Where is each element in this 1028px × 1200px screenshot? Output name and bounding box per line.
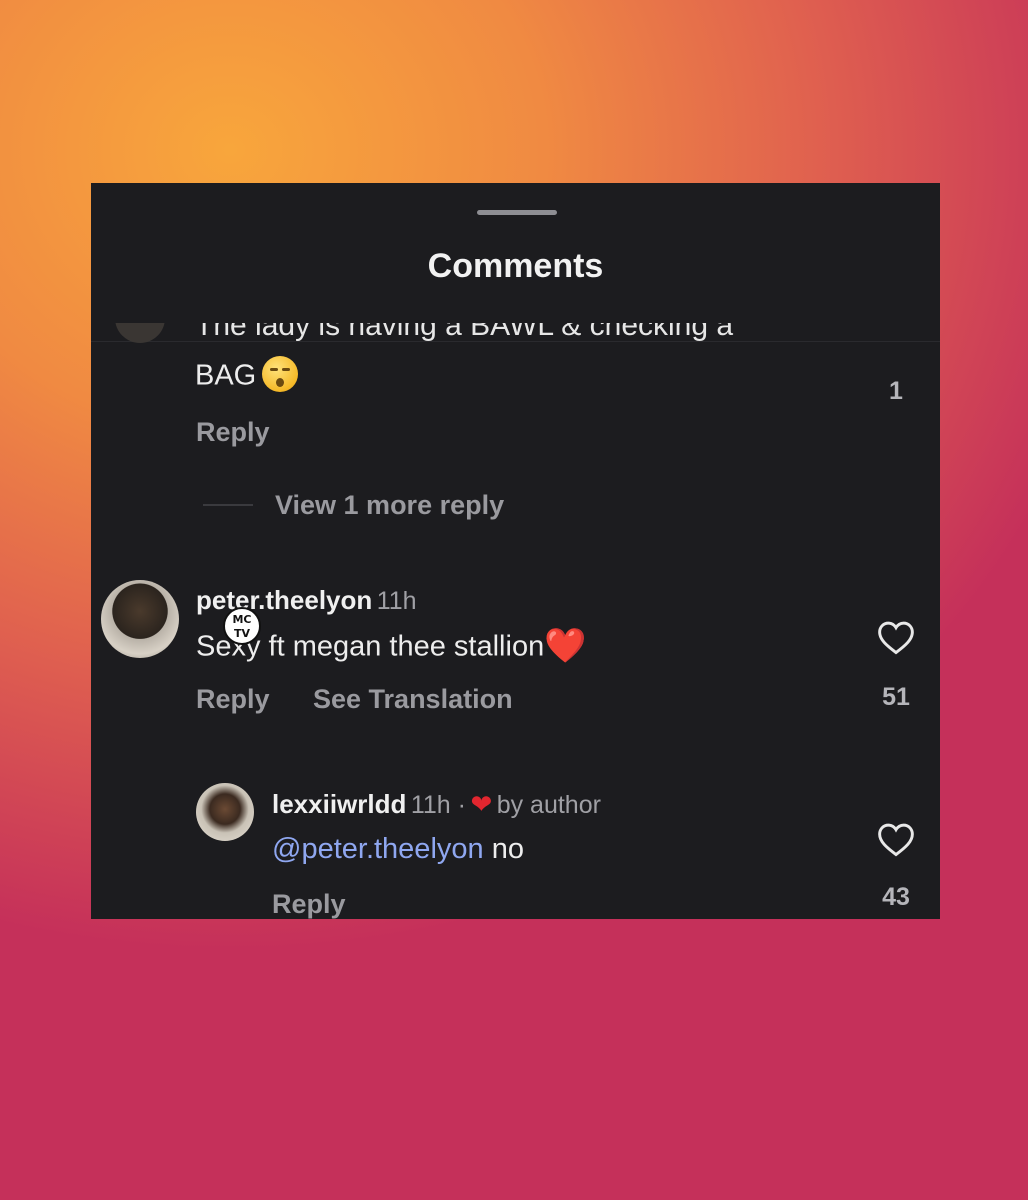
mention-link[interactable]: @peter.theelyon (272, 833, 484, 865)
username[interactable]: lexxiiwrldd (272, 789, 406, 819)
comment-header: lexxiiwrldd 11h · ❤ by author (272, 789, 601, 820)
reply-button[interactable]: Reply (196, 684, 270, 715)
reply-button[interactable]: Reply (196, 417, 270, 448)
avatar[interactable] (196, 783, 254, 841)
red-heart-icon: ❤ (470, 789, 493, 819)
liked-by-author-label: by author (496, 791, 601, 819)
like-count: 1 (889, 377, 903, 405)
watermark-logo: MC TV (223, 607, 261, 645)
avatar[interactable] (101, 580, 179, 658)
see-translation-button[interactable]: See Translation (313, 684, 513, 715)
flushed-face-icon (262, 356, 299, 392)
sheet-title: Comments (427, 247, 604, 285)
comment-text-clipped: The lady is having a BAWL & checking a (195, 323, 734, 342)
red-heart-icon: ❤️ (544, 627, 587, 665)
like-count: 51 (882, 683, 910, 711)
like-count: 43 (882, 883, 910, 911)
heart-outline-icon[interactable] (876, 619, 916, 655)
comments-sheet: Comments The lady is having a BAWL & che… (91, 183, 940, 919)
timestamp: 11h · (410, 791, 466, 819)
sheet-grabber[interactable] (477, 210, 557, 215)
comment-text: @peter.theelyon no (272, 833, 524, 865)
username[interactable]: peter.theelyon (196, 585, 372, 615)
heart-outline-icon[interactable] (876, 821, 916, 857)
comment-text: BAG (195, 356, 299, 395)
timestamp: 11h (376, 587, 417, 615)
replies-line (203, 504, 253, 506)
avatar[interactable] (115, 323, 165, 349)
view-more-replies-button[interactable]: View 1 more reply (275, 490, 504, 521)
reply-button[interactable]: Reply (272, 889, 346, 919)
